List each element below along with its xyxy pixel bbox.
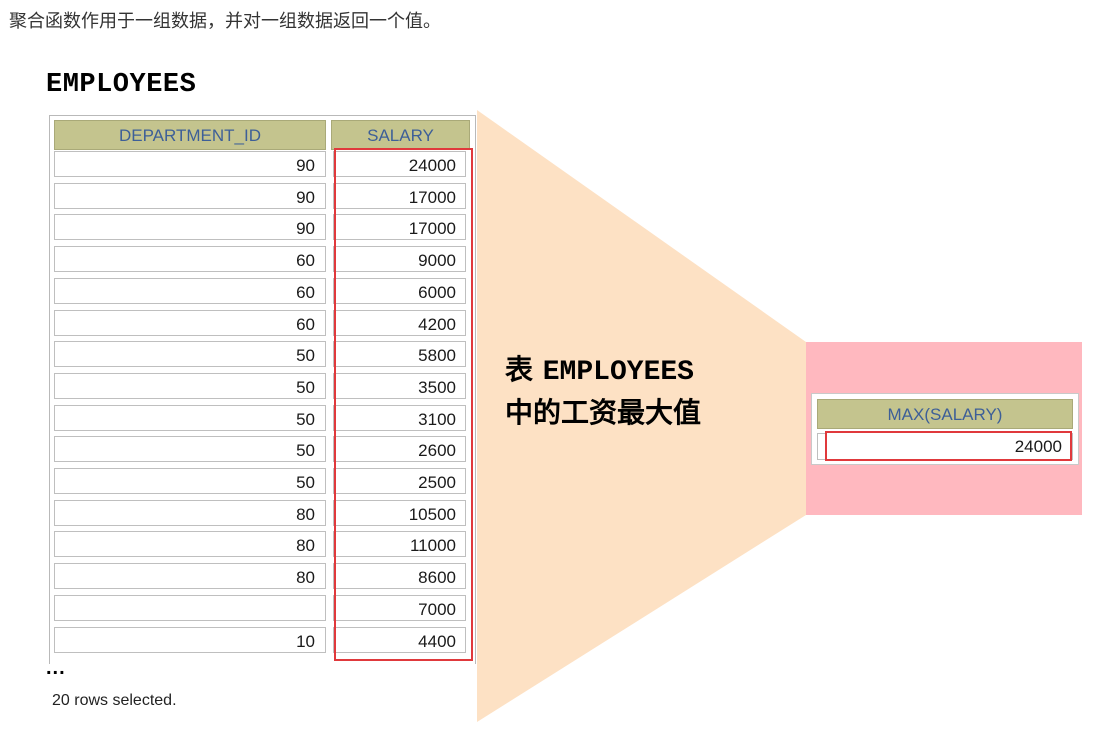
department-id-cell: 80 bbox=[54, 563, 326, 589]
result-value: 24000 bbox=[825, 431, 1072, 461]
salary-column-highlight bbox=[334, 148, 473, 661]
result-table: MAX(SALARY) 24000 bbox=[811, 393, 1079, 465]
department-id-cell: 80 bbox=[54, 531, 326, 557]
caption-line-2: 中的工资最大值 bbox=[505, 396, 702, 429]
caption-prefix: 表 bbox=[505, 353, 543, 386]
department-id-cell: 60 bbox=[54, 246, 326, 272]
column-header-department-id: DEPARTMENT_ID bbox=[54, 120, 326, 150]
department-id-cell: 90 bbox=[54, 214, 326, 240]
caption: 表 EMPLOYEES 中的工资最大值 bbox=[505, 350, 701, 433]
table-title: EMPLOYEES bbox=[46, 70, 197, 100]
department-id-cell: 60 bbox=[54, 310, 326, 336]
result-header: MAX(SALARY) bbox=[817, 399, 1073, 429]
caption-table-name: EMPLOYEES bbox=[542, 357, 694, 388]
department-id-cell: 50 bbox=[54, 373, 326, 399]
department-id-cell bbox=[54, 595, 326, 621]
department-id-cell: 80 bbox=[54, 500, 326, 526]
department-id-cell: 90 bbox=[54, 183, 326, 209]
column-header-salary: SALARY bbox=[331, 120, 470, 150]
department-id-cell: 50 bbox=[54, 405, 326, 431]
rows-selected-text: 20 rows selected. bbox=[52, 692, 177, 709]
department-id-cell: 50 bbox=[54, 436, 326, 462]
result-panel: MAX(SALARY) 24000 bbox=[806, 342, 1082, 515]
department-id-cell: 10 bbox=[54, 627, 326, 653]
department-id-cell: 90 bbox=[54, 151, 326, 177]
department-id-cell: 50 bbox=[54, 341, 326, 367]
department-id-cell: 50 bbox=[54, 468, 326, 494]
ellipsis: ... bbox=[46, 657, 66, 679]
caption-line-1: 表 EMPLOYEES bbox=[505, 350, 701, 393]
department-id-cell: 60 bbox=[54, 278, 326, 304]
